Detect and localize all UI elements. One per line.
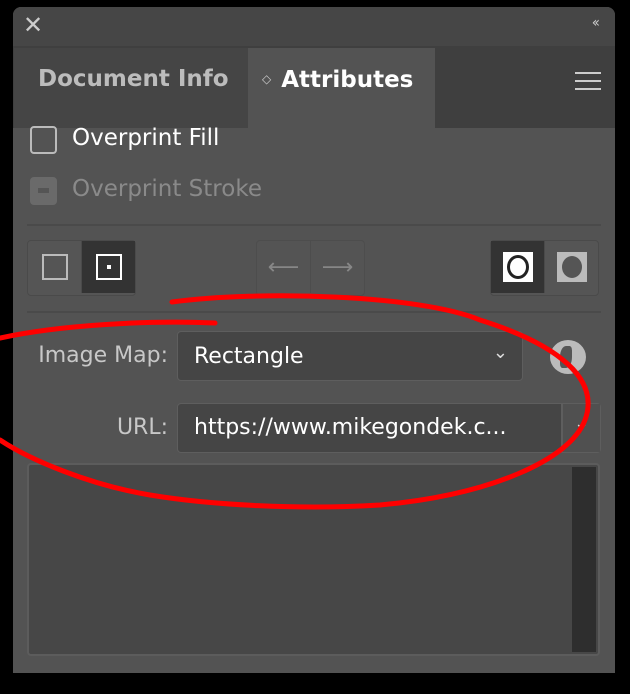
updown-icon: ◇	[262, 72, 272, 86]
tab-attributes[interactable]: ◇ Attributes	[248, 48, 435, 128]
fill-rule-group	[490, 240, 599, 296]
tab-label: Attributes	[281, 67, 414, 93]
even-odd-button[interactable]	[544, 241, 598, 293]
notes-textarea[interactable]	[27, 463, 600, 656]
url-input[interactable]: https://www.mikegondek.c... ⌄	[177, 403, 601, 453]
url-label: URL:	[116, 415, 168, 440]
filled-circle-icon	[556, 252, 587, 282]
arrow-right-icon: ⟶	[321, 254, 354, 280]
overprint-fill-label: Overprint Fill	[72, 125, 220, 151]
divider	[27, 224, 601, 226]
path-direction-group: ⟵ ⟶	[256, 240, 365, 296]
scrollbar[interactable]	[572, 467, 596, 652]
ring-icon	[502, 252, 533, 282]
square-dot-icon	[95, 254, 122, 280]
show-center-button[interactable]	[81, 241, 135, 293]
browser-globe-icon[interactable]	[550, 340, 586, 374]
url-value: https://www.mikegondek.c...	[194, 415, 507, 440]
dont-show-center-button[interactable]	[28, 241, 81, 293]
divider	[27, 311, 601, 313]
reverse-path-right-button: ⟶	[310, 241, 364, 293]
overprint-stroke-label: Overprint Stroke	[72, 176, 262, 202]
close-icon[interactable]: ✕	[23, 13, 47, 37]
image-map-label: Image Map:	[38, 343, 168, 368]
tab-bar: Document Info ◇ Attributes	[13, 46, 615, 128]
panel-menu-icon[interactable]	[575, 72, 601, 96]
reverse-path-left-button: ⟵	[257, 241, 310, 293]
overprint-fill-checkbox[interactable]	[30, 126, 57, 154]
chevron-down-icon: ⌄	[492, 342, 508, 363]
arrow-left-icon: ⟵	[267, 254, 300, 280]
url-dropdown-button[interactable]: ⌄	[561, 404, 600, 452]
collapse-icon[interactable]: ‹‹	[592, 15, 600, 31]
nonzero-winding-button[interactable]	[491, 241, 544, 293]
overprint-stroke-checkbox	[30, 177, 57, 205]
panel-title-bar: ✕ ‹‹	[13, 7, 615, 46]
tab-label: Document Info	[38, 66, 229, 92]
image-map-dropdown[interactable]: Rectangle ⌄	[177, 331, 523, 381]
center-point-group	[27, 240, 136, 296]
attributes-panel: ✕ ‹‹ Document Info ◇ Attributes Overprint…	[13, 7, 615, 673]
image-map-value: Rectangle	[194, 344, 304, 369]
square-icon	[41, 254, 68, 280]
tab-document-info[interactable]: Document Info	[14, 48, 248, 128]
